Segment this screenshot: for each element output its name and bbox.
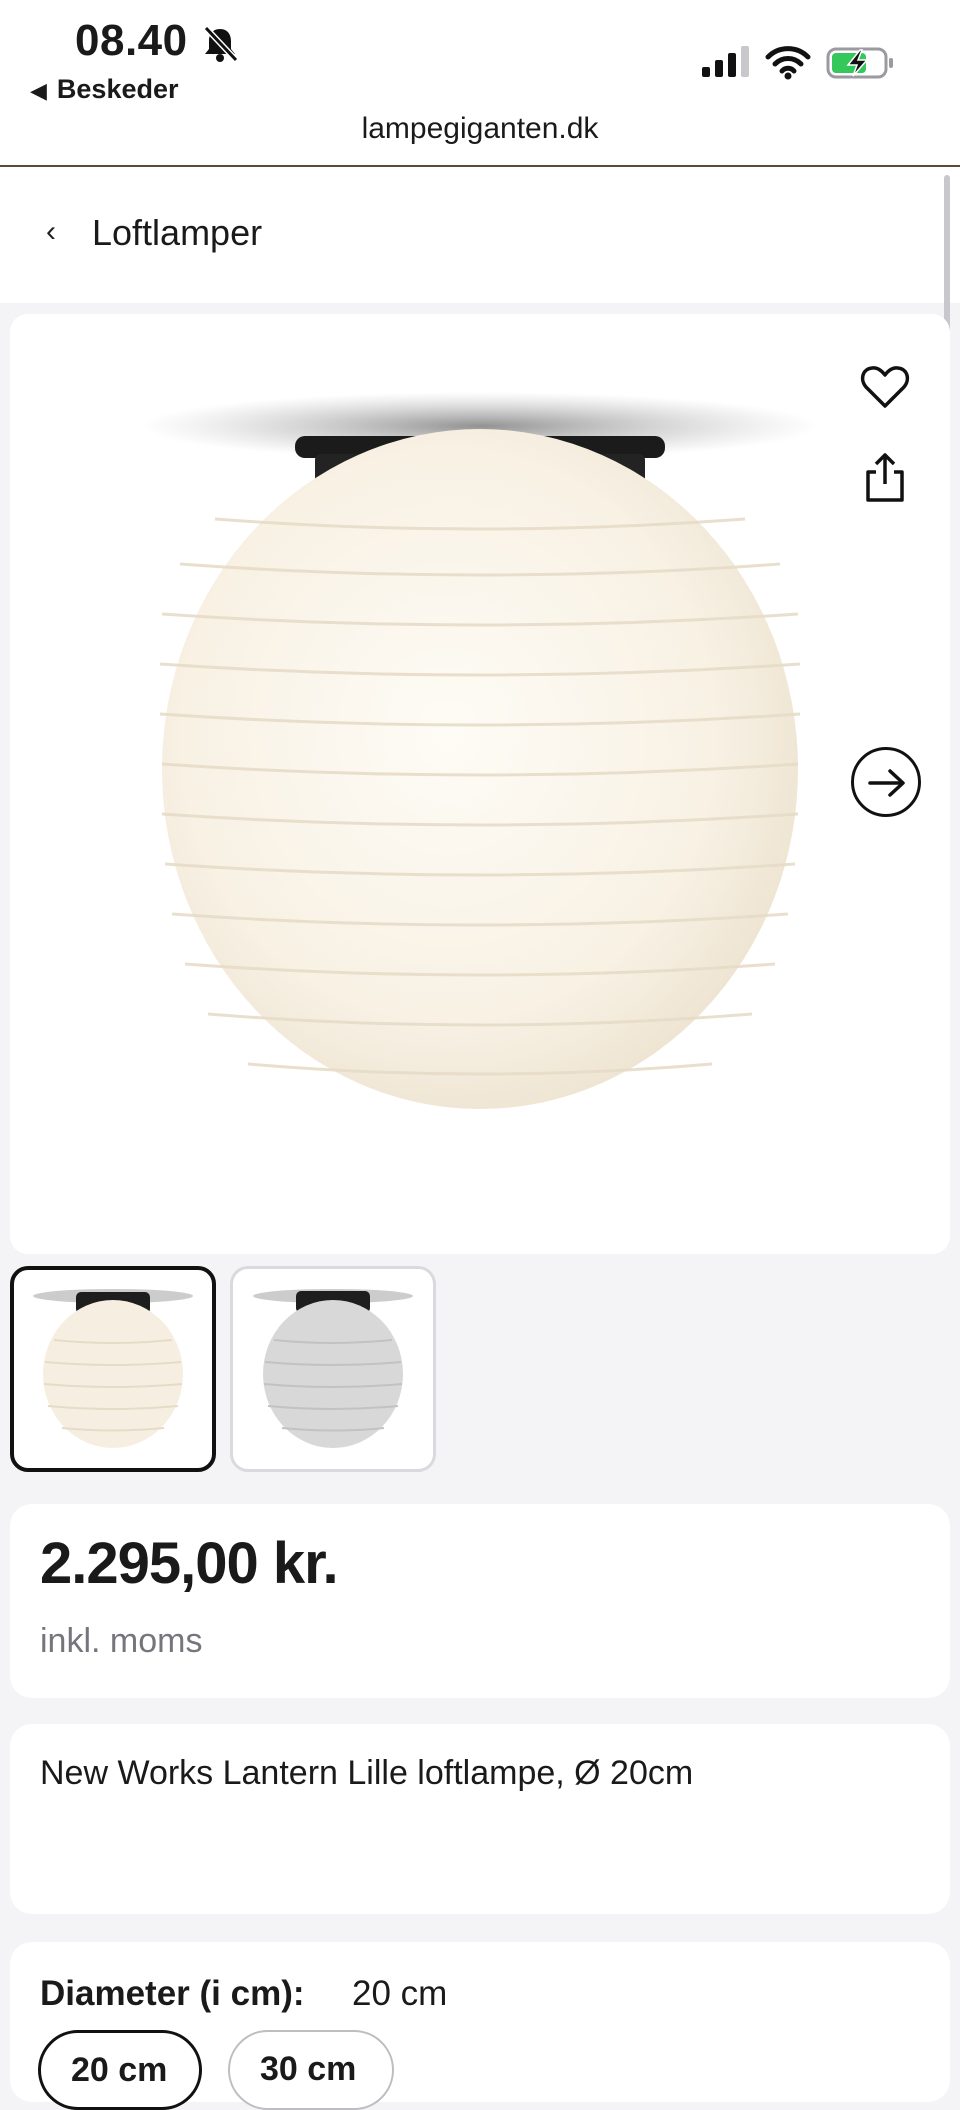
variant-option-30cm[interactable]: 30 cm xyxy=(228,2030,394,2110)
variant-selector: Diameter (i cm): 20 cm 20 cm 30 cm xyxy=(10,1942,950,2110)
thumbnail-image-opal xyxy=(33,1289,193,1448)
status-bar: 08.40 ◀ Beskeder lampegiganten.dk xyxy=(0,0,960,167)
heart-icon[interactable] xyxy=(858,360,912,414)
share-icon[interactable] xyxy=(862,452,908,506)
address-bar-url[interactable]: lampegiganten.dk xyxy=(0,112,960,146)
bell-muted-icon xyxy=(203,25,239,63)
product-image-lamp[interactable] xyxy=(10,314,950,1254)
chevron-left-icon[interactable]: ‹ xyxy=(46,215,56,249)
arrow-right-icon xyxy=(868,769,905,797)
product-price: 2.295,00 kr. xyxy=(40,1531,339,1596)
breadcrumb[interactable]: ‹ Loftlamper xyxy=(0,167,960,303)
thumbnail-opal-white[interactable] xyxy=(10,1266,216,1472)
back-triangle-icon: ◀ xyxy=(30,78,47,103)
product-image-gallery[interactable] xyxy=(10,314,950,1254)
variant-selected-value: 20 cm xyxy=(352,1974,448,2013)
product-title-card: New Works Lantern Lille loftlampe, Ø 20c… xyxy=(10,1724,950,1914)
product-title: New Works Lantern Lille loftlampe, Ø 20c… xyxy=(40,1754,694,1792)
battery-charging-icon xyxy=(826,47,893,79)
variant-option-20cm[interactable]: 20 cm xyxy=(38,2030,202,2110)
thumbnail-grey[interactable] xyxy=(230,1266,436,1472)
price-vat-note: inkl. moms xyxy=(40,1622,203,1660)
wifi-icon xyxy=(765,46,811,80)
breadcrumb-category-link[interactable]: Loftlamper xyxy=(92,212,262,254)
back-app-label: Beskeder xyxy=(56,74,179,104)
price-card: 2.295,00 kr. inkl. moms xyxy=(10,1504,950,1698)
back-to-app-link[interactable]: ◀ Beskeder xyxy=(30,74,179,105)
next-image-button[interactable] xyxy=(851,747,921,817)
status-time: 08.40 xyxy=(75,16,188,65)
cellular-signal-icon xyxy=(702,46,749,77)
variant-label: Diameter (i cm): xyxy=(40,1974,305,2013)
thumbnail-image-grey xyxy=(253,1289,413,1448)
